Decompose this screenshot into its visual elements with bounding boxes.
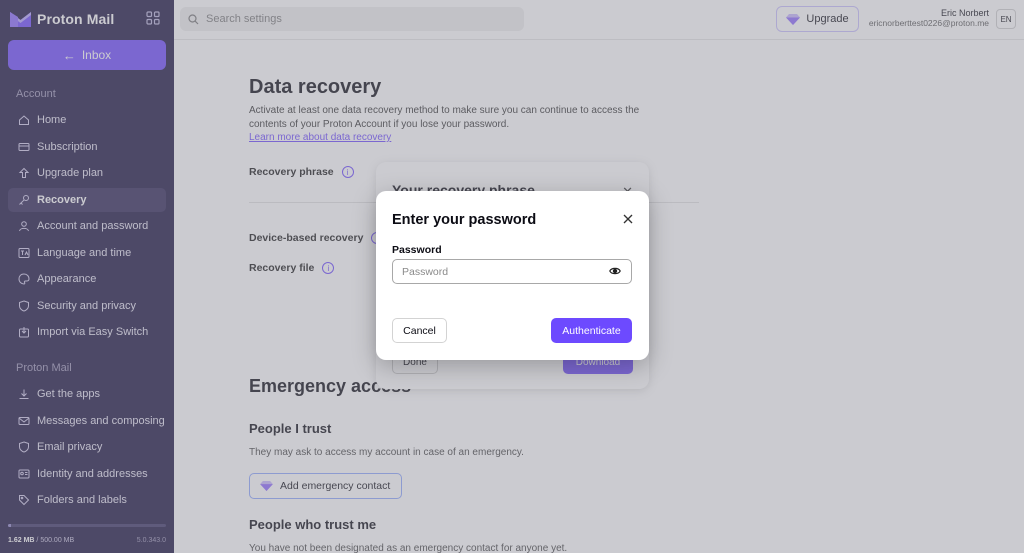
enter-password-modal: Enter your password Password Cancel Auth… xyxy=(376,191,649,360)
cancel-button[interactable]: Cancel xyxy=(392,318,447,343)
eye-icon[interactable] xyxy=(609,266,621,276)
close-icon[interactable] xyxy=(622,213,634,225)
modal-title: Enter your password xyxy=(392,212,537,228)
password-label: Password xyxy=(392,244,442,256)
password-input[interactable] xyxy=(392,259,632,284)
authenticate-button[interactable]: Authenticate xyxy=(551,318,632,343)
